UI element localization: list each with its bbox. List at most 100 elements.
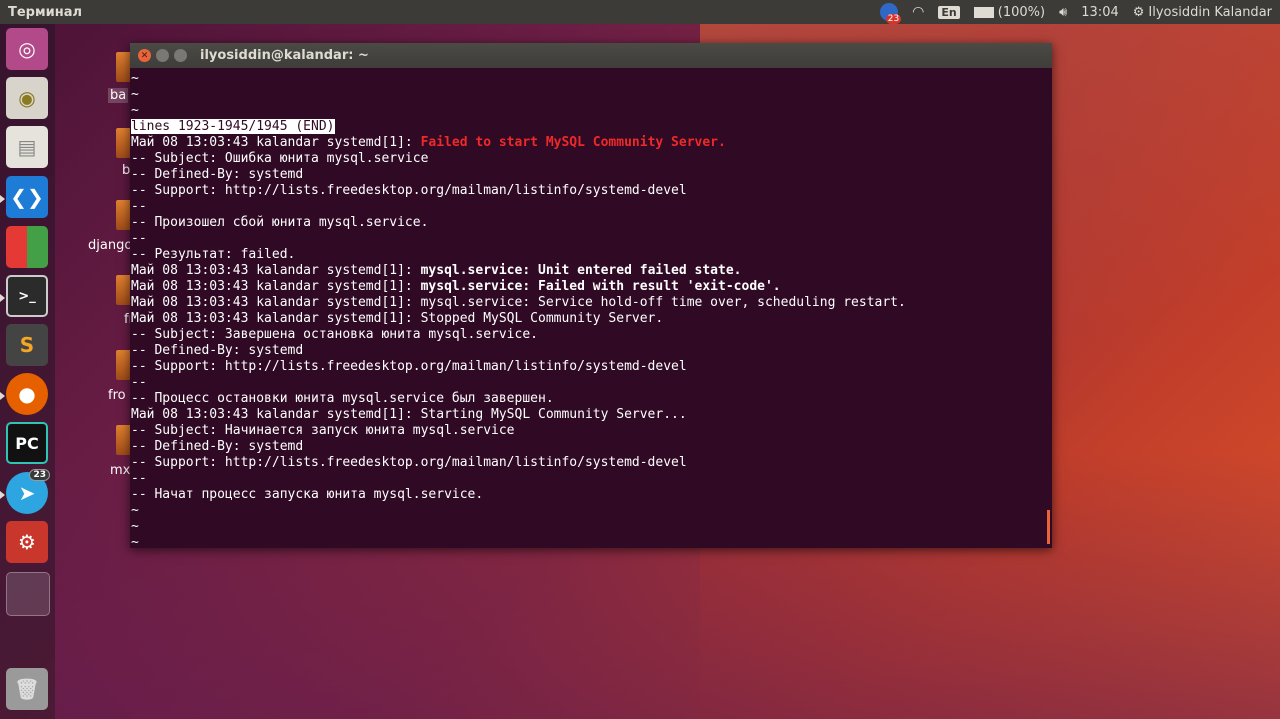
trash-icon[interactable]: 🗑︎ bbox=[6, 668, 48, 710]
minimize-icon[interactable] bbox=[156, 49, 169, 62]
settings-icon[interactable]: ⚙ bbox=[6, 521, 48, 563]
battery-icon bbox=[973, 6, 994, 18]
terminal-line: ~ bbox=[131, 87, 139, 103]
software-center-icon[interactable] bbox=[6, 226, 48, 268]
terminal-line-text: -- Процесс остановки юнита mysql.service… bbox=[131, 391, 554, 406]
status-message: mysql.service: Failed with result 'exit-… bbox=[420, 279, 781, 294]
workspace-switcher-icon[interactable] bbox=[6, 572, 50, 616]
maximize-icon[interactable] bbox=[174, 49, 187, 62]
terminal-line: -- Subject: Начинается запуск юнита mysq… bbox=[131, 423, 515, 439]
desktop-icon-label: ba bbox=[108, 88, 129, 103]
terminal-line-text: -- Subject: Ошибка юнита mysql.service bbox=[131, 151, 429, 166]
files-icon[interactable]: ▤ bbox=[6, 126, 48, 168]
telegram-icon[interactable]: ➤ 23 bbox=[6, 469, 50, 514]
volume-icon[interactable]: 🔊︎ bbox=[1059, 5, 1067, 20]
terminal-line: -- Результат: failed. bbox=[131, 247, 295, 263]
terminal-line-text: -- bbox=[131, 199, 147, 214]
running-indicator bbox=[0, 294, 5, 302]
terminal-line-text: -- Support: http://lists.freedesktop.org… bbox=[131, 183, 687, 198]
terminal-line-text: ~ bbox=[131, 103, 139, 118]
launcher: ◎ ◉ ▤ ❮❯ >_ S ● PC ➤ 23 ⚙ 🗑︎ bbox=[0, 24, 55, 719]
terminal-line-text: -- Defined-By: systemd bbox=[131, 343, 304, 358]
running-indicator bbox=[0, 491, 5, 499]
user-menu[interactable]: ⚙ Ilyosiddin Kalandar bbox=[1133, 5, 1272, 20]
notification-count: 23 bbox=[885, 14, 902, 24]
terminal-line-text: -- Support: http://lists.freedesktop.org… bbox=[131, 359, 687, 374]
terminal-line: -- Произошел сбой юнита mysql.service. bbox=[131, 215, 428, 231]
terminal-line-text: -- Subject: Завершена остановка юнита my… bbox=[131, 327, 538, 342]
terminal-line: ~ bbox=[131, 535, 139, 548]
error-message: Failed to start MySQL Community Server. bbox=[420, 135, 726, 150]
running-indicator bbox=[0, 392, 5, 400]
terminal-line-text: -- Support: http://lists.freedesktop.org… bbox=[131, 455, 687, 470]
terminal-line: ~ bbox=[131, 103, 139, 119]
notification-icon[interactable]: 23 bbox=[880, 3, 902, 24]
pycharm-icon[interactable]: PC bbox=[6, 422, 48, 464]
terminal-line-text: -- Результат: failed. bbox=[131, 247, 296, 262]
terminal-line: Май 08 13:03:43 kalandar systemd[1]: Fai… bbox=[131, 135, 726, 151]
terminal-title: ilyosiddin@kalandar: ~ bbox=[200, 48, 369, 63]
terminal-line-text: lines 1923-1945/1945 (END) bbox=[131, 119, 335, 134]
terminal-line: Май 08 13:03:43 kalandar systemd[1]: mys… bbox=[131, 279, 781, 295]
terminal-line-text: Май 08 13:03:43 kalandar systemd[1]: bbox=[131, 279, 421, 294]
ubuntu-dash-icon[interactable]: ◎ bbox=[6, 28, 48, 70]
user-name: Ilyosiddin Kalandar bbox=[1148, 4, 1272, 20]
desktop-icon-label: mx bbox=[110, 463, 131, 478]
terminal-line-text: ~ bbox=[131, 519, 139, 534]
terminal-line-text: Май 08 13:03:43 kalandar systemd[1]: Sto… bbox=[131, 311, 664, 326]
terminal-line-text: -- bbox=[131, 471, 147, 486]
wifi-icon[interactable]: ◠ bbox=[912, 4, 924, 20]
terminal-line: ~ bbox=[131, 503, 139, 519]
terminal-line: -- bbox=[131, 375, 147, 391]
terminal-line: -- Начат процесс запуска юнита mysql.ser… bbox=[131, 487, 483, 503]
terminal-line: Май 08 13:03:43 kalandar systemd[1]: Sta… bbox=[131, 407, 687, 423]
clock[interactable]: 13:04 bbox=[1081, 5, 1118, 20]
battery-indicator[interactable]: (100%) bbox=[973, 4, 1046, 20]
scrollbar-thumb[interactable] bbox=[1047, 510, 1050, 544]
battery-percent: (100%) bbox=[997, 4, 1046, 20]
terminal-line: Май 08 13:03:43 kalandar systemd[1]: mys… bbox=[131, 263, 742, 279]
terminal-line-text: Май 08 13:03:43 kalandar systemd[1]: bbox=[131, 135, 421, 150]
terminal-line-text: ~ bbox=[131, 87, 139, 102]
firefox-icon[interactable]: ● bbox=[6, 373, 48, 415]
close-icon[interactable]: ✕ bbox=[138, 49, 151, 62]
system-tray: 23 ◠ En (100%) 🔊︎ 13:04 ⚙ Ilyosiddin Kal… bbox=[880, 0, 1272, 24]
terminal-window[interactable]: ✕ ilyosiddin@kalandar: ~ ~ ~ ~ lines 1923-1… bbox=[130, 43, 1052, 548]
terminal-line-text: Май 08 13:03:43 kalandar systemd[1]: mys… bbox=[131, 295, 906, 310]
terminal-line: -- bbox=[131, 471, 147, 487]
terminal-line-text: Май 08 13:03:43 kalandar systemd[1]: bbox=[131, 263, 421, 278]
terminal-line-text: ~ bbox=[131, 71, 139, 86]
audio-player-icon[interactable]: ◉ bbox=[6, 77, 48, 119]
running-indicator bbox=[0, 195, 5, 203]
terminal-icon[interactable]: >_ bbox=[6, 275, 48, 317]
terminal-titlebar[interactable]: ✕ ilyosiddin@kalandar: ~ bbox=[130, 43, 1052, 68]
terminal-line: -- Subject: Ошибка юнита mysql.service bbox=[131, 151, 428, 167]
sublime-text-icon[interactable]: S bbox=[6, 324, 48, 366]
terminal-line: -- Support: http://lists.freedesktop.org… bbox=[131, 359, 687, 375]
top-panel: Терминал 23 ◠ En (100%) 🔊︎ 13:04 ⚙ Ilyos… bbox=[0, 0, 1280, 24]
terminal-line-text: -- bbox=[131, 231, 147, 246]
terminal-line: -- Support: http://lists.freedesktop.org… bbox=[131, 183, 687, 199]
active-app-title[interactable]: Терминал bbox=[8, 5, 82, 20]
telegram-badge: 23 bbox=[29, 469, 50, 481]
terminal-line: -- Процесс остановки юнита mysql.service… bbox=[131, 391, 554, 407]
terminal-line: -- bbox=[131, 199, 147, 215]
vscode-icon[interactable]: ❮❯ bbox=[6, 176, 48, 218]
status-message: mysql.service: Unit entered failed state… bbox=[420, 263, 742, 278]
terminal-line: -- Support: http://lists.freedesktop.org… bbox=[131, 455, 687, 471]
keyboard-layout-indicator[interactable]: En bbox=[938, 5, 960, 19]
terminal-line-text: Май 08 13:03:43 kalandar systemd[1]: Sta… bbox=[131, 407, 687, 422]
terminal-line-text: -- Начат процесс запуска юнита mysql.ser… bbox=[131, 487, 484, 502]
terminal-line: ~ bbox=[131, 519, 139, 535]
terminal-line: -- Subject: Завершена остановка юнита my… bbox=[131, 327, 538, 343]
terminal-output[interactable]: ~ ~ ~ lines 1923-1945/1945 (END) Май 08 13:0… bbox=[130, 68, 1052, 548]
terminal-line-text: -- Subject: Начинается запуск юнита mysq… bbox=[131, 423, 515, 438]
desktop-icon-label: django bbox=[88, 238, 133, 253]
desktop-icon-label: fro bbox=[108, 388, 126, 403]
terminal-line: -- bbox=[131, 231, 147, 247]
terminal-line: Май 08 13:03:43 kalandar systemd[1]: Sto… bbox=[131, 311, 663, 327]
terminal-line-text: ~ bbox=[131, 535, 139, 548]
terminal-line: Май 08 13:03:43 kalandar systemd[1]: mys… bbox=[131, 295, 906, 311]
terminal-line-text: -- bbox=[131, 375, 147, 390]
terminal-line-text: -- Произошел сбой юнита mysql.service. bbox=[131, 215, 429, 230]
